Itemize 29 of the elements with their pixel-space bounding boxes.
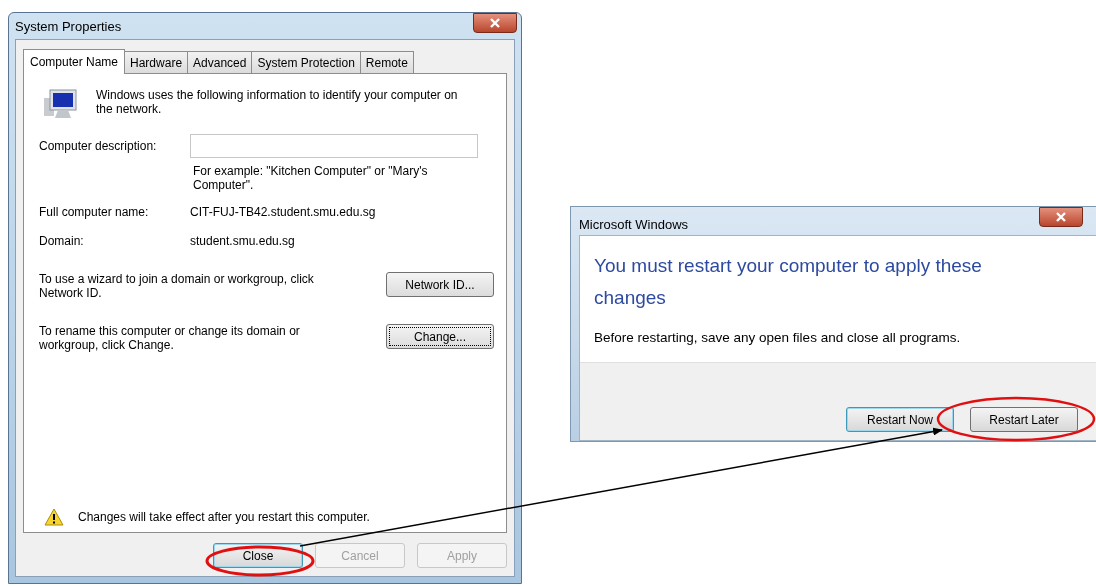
- field-label: Full computer name:: [38, 204, 150, 221]
- window-title: System Properties: [15, 18, 122, 36]
- action-button[interactable]: Change...: [386, 324, 494, 349]
- window-title: Microsoft Windows: [579, 216, 689, 234]
- tab[interactable]: Hardware: [124, 51, 189, 73]
- field-label: Computer description:: [38, 138, 158, 155]
- hint-text: For example: "Kitchen Computer" or "Mary's Computer".: [193, 164, 429, 192]
- tab[interactable]: System Protection: [251, 51, 361, 73]
- close-icon: [1056, 212, 1066, 222]
- dialog-button[interactable]: Restart Now: [846, 407, 954, 432]
- field-value: CIT-FUJ-TB42.student.smu.edu.sg: [190, 204, 376, 221]
- close-button[interactable]: [473, 13, 517, 33]
- intro-text: Windows uses the following information to identify your computer on the network.: [96, 88, 459, 116]
- dialog-button[interactable]: Restart Later: [970, 407, 1078, 432]
- description-field[interactable]: [190, 134, 478, 158]
- dialog-message: Before restarting, save any open files and close all programs.: [594, 329, 962, 347]
- tab[interactable]: Remote: [359, 51, 414, 73]
- close-icon: [490, 18, 500, 28]
- tab[interactable]: Computer Name: [23, 49, 126, 74]
- instruction-text: To use a wizard to join a domain or workgroup, click Network ID.: [39, 272, 315, 300]
- field-value: student.smu.edu.sg: [190, 233, 295, 250]
- tab[interactable]: Advanced: [187, 51, 253, 73]
- dialog-heading: You must restart your computer to apply these changes: [594, 254, 983, 310]
- warning-icon: [44, 508, 64, 526]
- instruction-text: To rename this computer or change its domain or workgroup, click Change.: [39, 324, 301, 352]
- field-label: Domain:: [38, 233, 85, 250]
- notice-text: Changes will take effect after you restart this computer.: [78, 509, 370, 526]
- action-button[interactable]: Network ID...: [386, 272, 494, 297]
- close-button[interactable]: [1039, 207, 1083, 227]
